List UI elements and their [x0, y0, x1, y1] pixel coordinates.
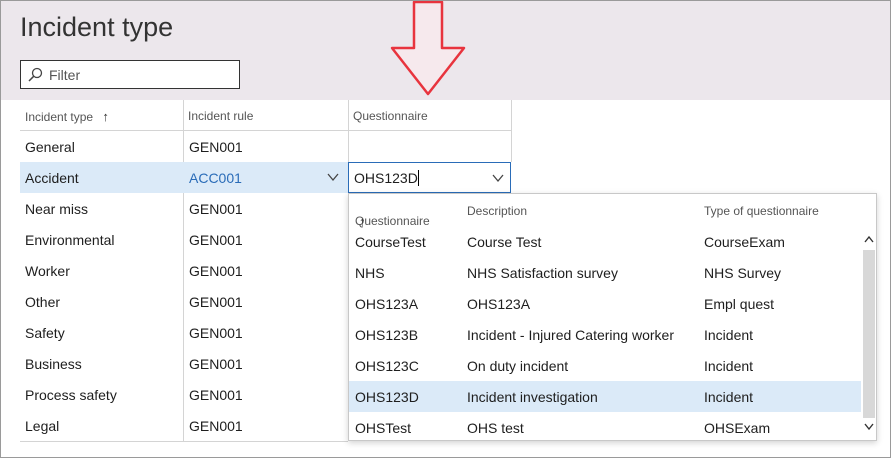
- incident-type-cell: Accident: [25, 170, 79, 186]
- incident-type-cell: Worker: [25, 263, 70, 279]
- questionnaire-lookup-input[interactable]: OHS123D: [348, 162, 511, 193]
- lookup-header-type[interactable]: Type of questionnaire: [704, 204, 819, 218]
- questionnaire-value[interactable]: OHS123D: [354, 170, 419, 186]
- filter-input[interactable]: [49, 66, 229, 83]
- table-row[interactable]: Near miss GEN001: [20, 193, 348, 224]
- column-header-incident-rule[interactable]: Incident rule: [183, 100, 348, 131]
- incident-type-cell: Process safety: [25, 387, 117, 403]
- chevron-up-icon[interactable]: [863, 232, 875, 246]
- table-row[interactable]: Other GEN001: [20, 286, 348, 317]
- page-title: Incident type: [20, 12, 174, 42]
- incident-type-cell: Business: [25, 356, 82, 372]
- incident-rule-cell: GEN001: [189, 294, 243, 310]
- lookup-row[interactable]: OHS123A OHS123A Empl quest: [349, 288, 861, 319]
- table-row[interactable]: Legal GEN001: [20, 410, 348, 441]
- incident-rule-cell: GEN001: [189, 325, 243, 341]
- incident-rule-cell: GEN001: [189, 201, 243, 217]
- table-row-selected[interactable]: Accident ACC001: [20, 162, 348, 193]
- questionnaire-lookup-dropdown: Questionnaire ↑ Description Type of ques…: [348, 193, 877, 441]
- column-header-questionnaire[interactable]: Questionnaire: [348, 100, 511, 131]
- table-row[interactable]: General GEN001: [20, 131, 348, 162]
- down-arrow-annotation-icon: [390, 0, 466, 96]
- table-row[interactable]: Process safety GEN001: [20, 379, 348, 410]
- lookup-row[interactable]: OHS123C On duty incident Incident: [349, 350, 861, 381]
- lookup-scrollbar[interactable]: [861, 226, 876, 440]
- lookup-row[interactable]: NHS NHS Satisfaction survey NHS Survey: [349, 257, 861, 288]
- incident-type-cell: Other: [25, 294, 61, 310]
- lookup-header-description[interactable]: Description: [467, 204, 527, 218]
- incident-rule-cell: GEN001: [189, 418, 243, 434]
- table-row[interactable]: Environmental GEN001: [20, 224, 348, 255]
- chevron-down-icon[interactable]: [863, 420, 875, 434]
- lookup-row[interactable]: OHSTest OHS test OHSExam: [349, 412, 861, 440]
- grid-bottom-divider: [20, 441, 348, 442]
- sort-ascending-icon: ↑: [102, 109, 109, 124]
- lookup-header: Questionnaire ↑ Description Type of ques…: [355, 204, 819, 229]
- incident-type-cell: General: [25, 139, 75, 155]
- incident-rule-cell: GEN001: [189, 263, 243, 279]
- incident-rule-cell: GEN001: [189, 232, 243, 248]
- table-row[interactable]: Business GEN001: [20, 348, 348, 379]
- table-row[interactable]: Worker GEN001: [20, 255, 348, 286]
- incident-rule-cell: GEN001: [189, 139, 243, 155]
- chevron-down-icon[interactable]: [491, 171, 505, 185]
- filter-box[interactable]: [20, 60, 240, 89]
- incident-type-cell: Legal: [25, 418, 60, 434]
- incident-rule-cell: GEN001: [189, 356, 243, 372]
- lookup-row[interactable]: OHS123B Incident - Injured Catering work…: [349, 319, 861, 350]
- table-row[interactable]: Safety GEN001: [20, 317, 348, 348]
- incident-type-cell: Near miss: [25, 201, 89, 217]
- column-divider: [511, 100, 512, 162]
- incident-type-cell: Environmental: [25, 232, 115, 248]
- lookup-row[interactable]: CourseTest Course Test CourseExam: [349, 226, 861, 257]
- lookup-row-selected[interactable]: OHS123D Incident investigation Incident: [349, 381, 861, 412]
- incident-type-cell: Safety: [25, 325, 65, 341]
- incident-rule-cell[interactable]: ACC001: [189, 170, 242, 186]
- chevron-down-icon[interactable]: [326, 170, 340, 184]
- column-header-incident-type[interactable]: Incident type ↑: [20, 100, 183, 131]
- incident-rule-cell: GEN001: [189, 387, 243, 403]
- scrollbar-thumb[interactable]: [863, 250, 875, 418]
- search-icon: [28, 67, 43, 82]
